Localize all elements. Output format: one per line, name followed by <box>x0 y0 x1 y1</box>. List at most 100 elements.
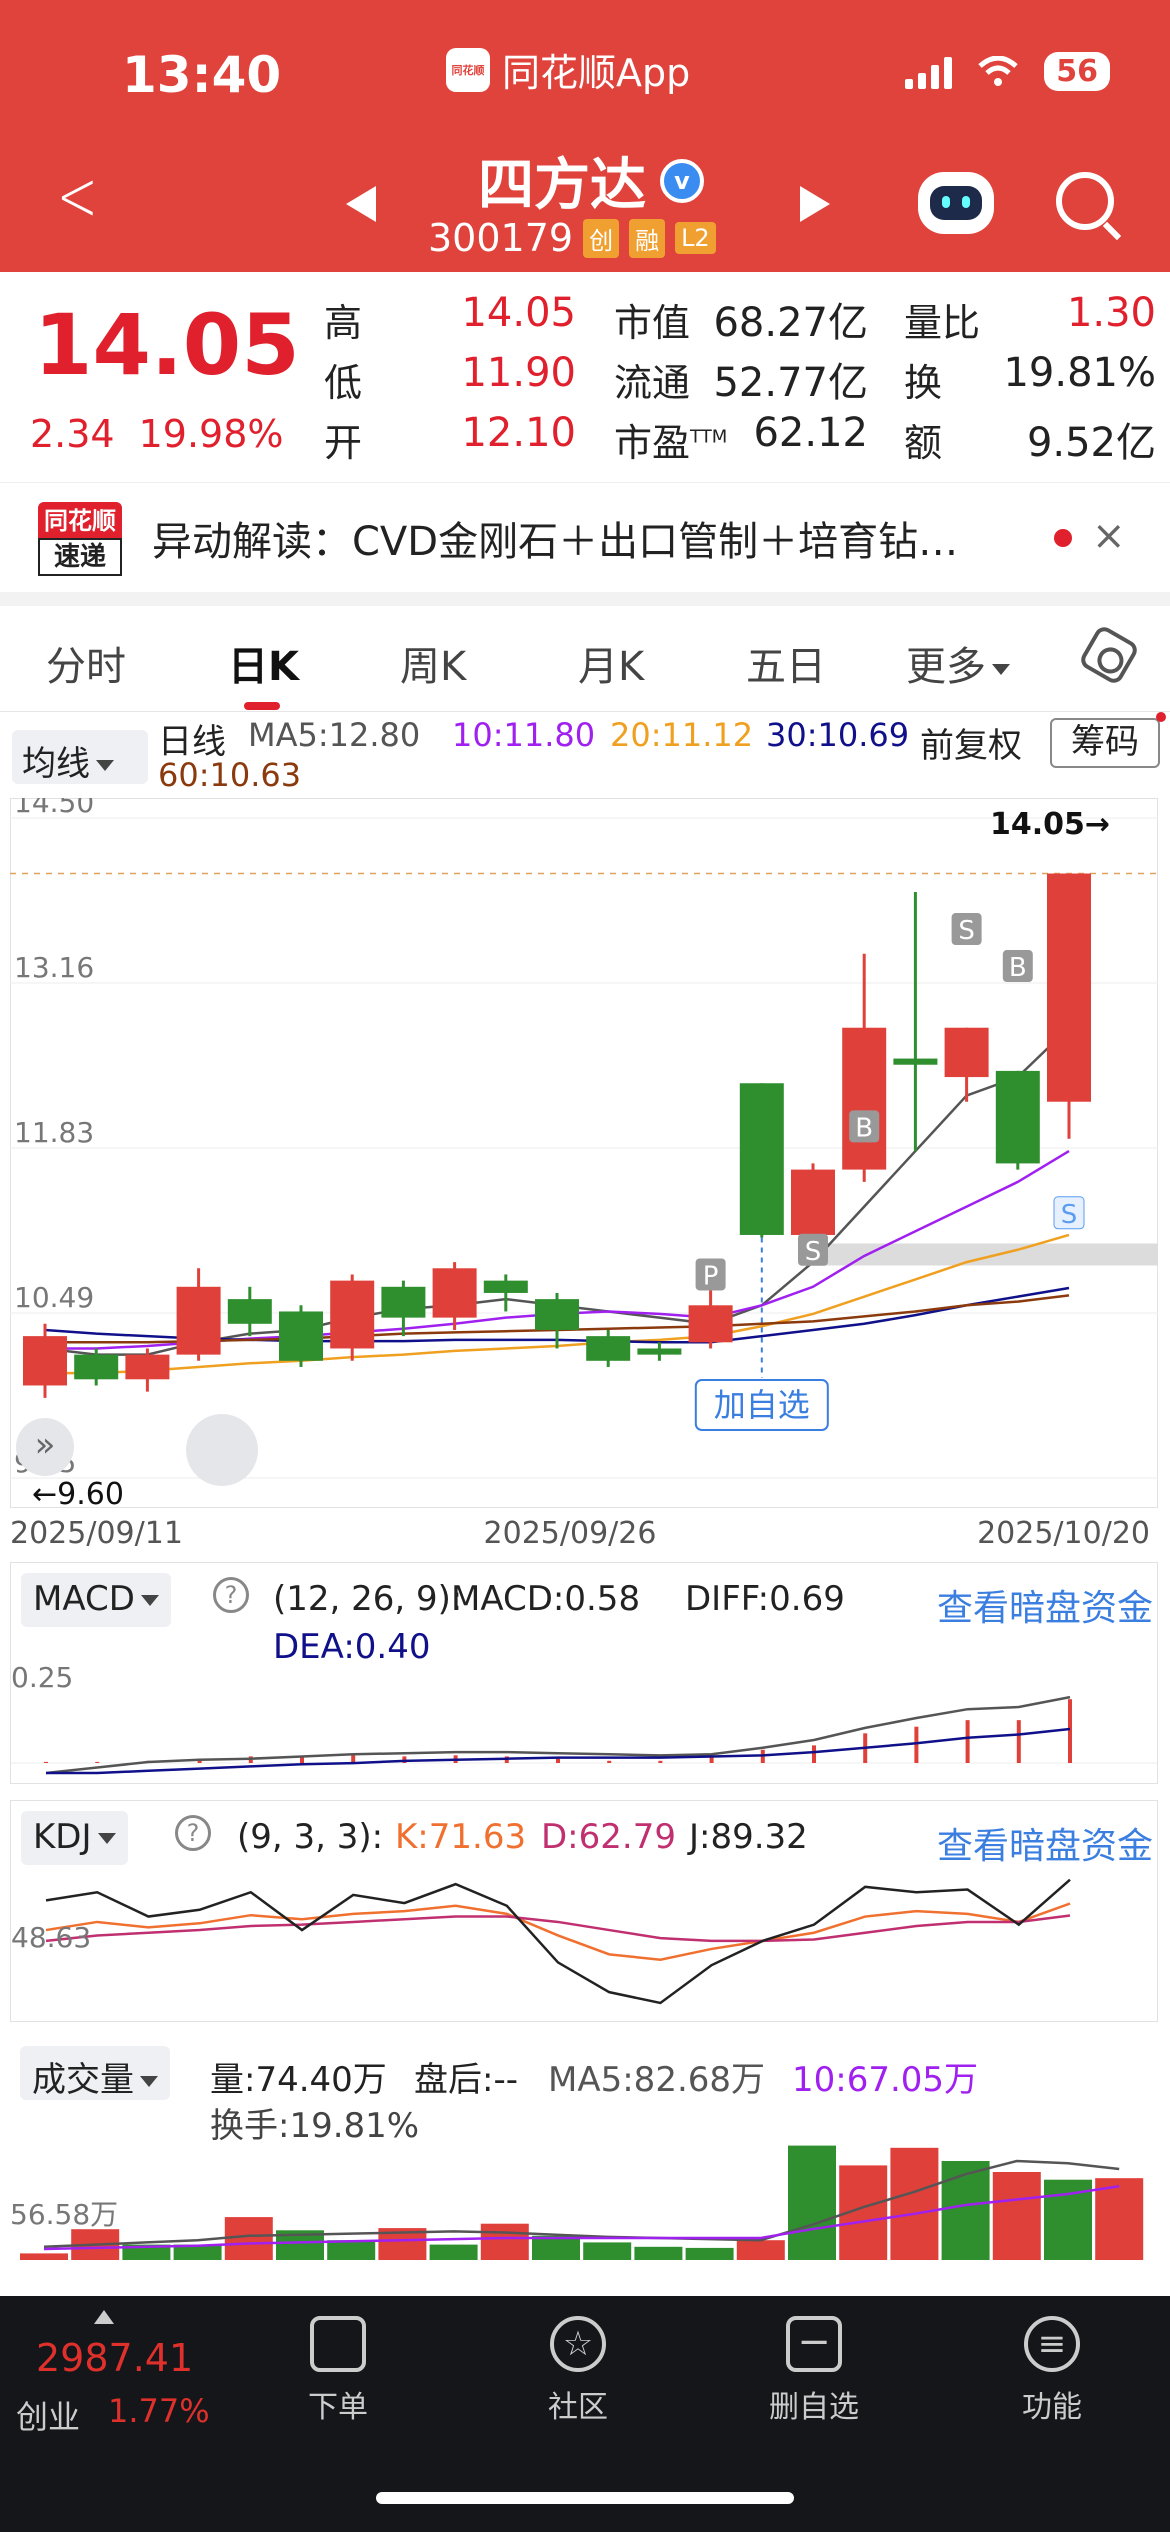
nav-community[interactable]: ☆ 社区 <box>508 2316 648 2426</box>
kdj-line-D <box>45 1914 1071 1943</box>
price-change: 2.34 19.98% <box>30 412 284 456</box>
nav-functions[interactable]: ≡ 功能 <box>982 2316 1122 2426</box>
stock-code: 300179 <box>428 216 574 260</box>
tab-monthly-k[interactable]: 月K <box>578 634 644 692</box>
tab-five-day[interactable]: 五日 <box>746 634 826 692</box>
macd-params: (12, 26, 9): <box>273 1579 463 1619</box>
active-tab-indicator <box>244 702 280 710</box>
back-button[interactable]: < <box>57 161 98 231</box>
candle-body <box>432 1268 477 1318</box>
signal-marker-label: S <box>958 916 975 946</box>
label-float-cap: 流通 <box>614 361 691 405</box>
next-stock-icon[interactable] <box>800 186 830 222</box>
news-close-button[interactable]: × <box>1092 513 1126 559</box>
j-value: J:89.32 <box>689 1817 808 1857</box>
stock-name-text: 四方达 <box>478 153 646 218</box>
after-hours-value: 盘后:-- <box>414 2060 518 2100</box>
section-divider <box>0 592 1170 606</box>
ma-selector-label: 均线 <box>22 744 90 784</box>
macd-y-tick: 0.25 <box>11 1663 73 1694</box>
tag-l2: L2 <box>675 222 716 254</box>
value-market-cap: 68.27亿 <box>713 300 868 346</box>
nav-remove-watch[interactable]: − 删自选 <box>744 2316 884 2426</box>
dark-pool-link[interactable]: 查看暗盘资金 <box>937 1579 1153 1631</box>
macd-help-icon[interactable]: ? <box>213 1577 249 1613</box>
chevron-down-icon <box>140 2076 158 2087</box>
x-axis-date-label: 2025/10/20 <box>977 1516 1150 1551</box>
kdj-selector[interactable]: KDJ <box>21 1811 128 1865</box>
stock-code-row: 300179 创 融 L2 <box>428 216 716 260</box>
status-icons: 56 <box>905 52 1110 91</box>
prev-stock-icon[interactable] <box>346 186 376 222</box>
fullscreen-icon[interactable] <box>186 1414 258 1486</box>
index-expand-icon[interactable] <box>94 2310 114 2324</box>
ai-assistant-robot-icon[interactable] <box>918 172 994 234</box>
nav-community-label: 社区 <box>548 2390 608 2425</box>
kdj-help-icon[interactable]: ? <box>175 1815 211 1851</box>
kdj-y-tick: 48.63 <box>11 1921 91 1954</box>
value-volume-ratio: 1.30 <box>1066 290 1156 336</box>
kline-chart[interactable]: PSBSBS 14.5013.1611.8310.499.1514.05→←9.… <box>10 798 1158 1558</box>
news-text: 异动解读：CVD金刚石＋出口管制＋培育钻… <box>152 518 959 565</box>
news-badge-bottom: 速递 <box>38 537 122 576</box>
news-banner[interactable]: 同花顺 速递 异动解读：CVD金刚石＋出口管制＋培育钻… × <box>0 482 1170 592</box>
candle-body <box>739 1083 784 1235</box>
macd-panel: MACD ? (12, 26, 9): MACD:0.58 DIFF:0.69 … <box>10 1562 1158 1784</box>
volume-chart: 56.58万 <box>10 2145 1144 2260</box>
macd-selector[interactable]: MACD <box>21 1573 171 1627</box>
macd-chart: 0.25 <box>11 1663 1157 1775</box>
vol-ma10-value: 10:67.05万 <box>792 2060 979 2100</box>
candle-body <box>944 1027 989 1078</box>
volume-bar <box>224 2217 273 2260</box>
chevron-down-icon <box>992 663 1010 675</box>
kdj-params: (9, 3, 3): <box>237 1817 384 1857</box>
candle-body <box>483 1280 528 1293</box>
app-logo-icon: 同花顺 <box>446 47 490 92</box>
label-high: 高 <box>324 301 363 345</box>
value-pe: 62.12 <box>753 410 868 456</box>
chevron-down-icon <box>97 1833 116 1844</box>
y-tick-label: 14.50 <box>14 798 94 819</box>
candle-body <box>535 1299 579 1330</box>
candle-body <box>227 1299 272 1324</box>
kdj-line-J <box>45 1878 1071 2005</box>
ma-selector[interactable]: 均线 <box>12 730 148 784</box>
tab-daily-k[interactable]: 日K <box>228 634 299 692</box>
adjust-mode[interactable]: 前复权 <box>920 718 1022 767</box>
search-icon[interactable] <box>1056 172 1114 230</box>
battery-indicator: 56 <box>1044 52 1110 91</box>
volume-bar <box>583 2242 632 2260</box>
app-return-pill[interactable]: 同花顺 同花顺App <box>446 42 690 97</box>
candle-body <box>995 1070 1040 1164</box>
volume-bar <box>634 2246 683 2260</box>
tab-more[interactable]: 更多 <box>906 634 1010 692</box>
vol-ma5-value: MA5:82.68万 <box>548 2060 766 2100</box>
index-value[interactable]: 2987.41 <box>36 2336 193 2380</box>
volume-selector[interactable]: 成交量 <box>20 2046 170 2100</box>
ma60-value: 60:10.63 <box>158 756 302 794</box>
chevron-down-icon <box>140 1595 159 1606</box>
label-pe-text: 市盈 <box>614 421 691 465</box>
expand-left-icon[interactable]: » <box>16 1418 74 1476</box>
tag-chuang: 创 <box>583 218 620 258</box>
volume-bar <box>327 2240 376 2260</box>
candle-body <box>586 1336 631 1361</box>
app-name: 同花顺App <box>502 51 691 95</box>
label-pe: 市盈TTM <box>614 412 727 467</box>
wifi-icon <box>978 55 1018 86</box>
x-axis-date-label: 2025/09/11 <box>10 1516 183 1551</box>
kdj-selector-label: KDJ <box>33 1817 92 1857</box>
candle-body <box>381 1286 426 1318</box>
x-axis-date-label: 2025/09/26 <box>484 1516 657 1551</box>
index-name: 创业 <box>16 2398 81 2436</box>
dark-pool-link-kdj[interactable]: 查看暗盘资金 <box>937 1817 1153 1869</box>
ma-legend: 均线 日线 MA5:12.80 10:11.80 20:11.12 30:10.… <box>0 712 1170 800</box>
volume-bar <box>788 2145 836 2260</box>
tab-weekly-k[interactable]: 周K <box>400 634 466 692</box>
nav-order[interactable]: 下单 <box>268 2316 408 2426</box>
candle-body <box>74 1354 119 1380</box>
label-pe-ttm: TTM <box>690 426 728 448</box>
tab-intraday[interactable]: 分时 <box>46 634 126 692</box>
chips-button[interactable]: 筹码 <box>1050 718 1160 768</box>
news-badge: 同花顺 速递 <box>38 501 122 576</box>
